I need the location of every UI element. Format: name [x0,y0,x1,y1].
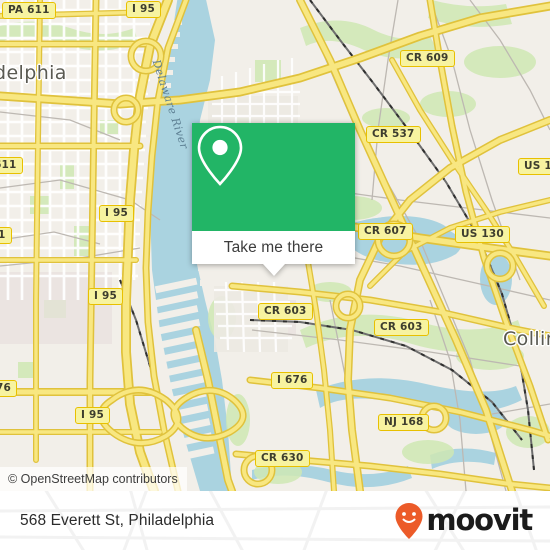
road-shield: US 13 [518,158,550,175]
popup-header [192,123,355,231]
place-label-collingswood: Colling [503,328,550,350]
road-shield: 76 [0,380,18,397]
road-shield: CR 609 [400,50,455,67]
road-shield: US 130 [455,226,510,243]
road-shield: NJ 168 [378,414,430,431]
road-shield: CR 537 [366,126,421,143]
osm-attribution[interactable]: © OpenStreetMap contributors [0,467,187,491]
location-popup[interactable]: Take me there [192,123,355,276]
popup-footer[interactable]: Take me there [192,231,355,276]
moovit-pin-smiley-icon [395,502,423,539]
road-shield: CR 603 [258,303,313,320]
road-shield: CR 630 [255,450,310,467]
road-shield: 1 [0,227,12,244]
location-address: 568 Everett St, Philadelphia [20,511,215,529]
popup-pointer-tail [262,264,285,276]
road-shield: CR 603 [374,319,429,336]
footer-bar: 568 Everett St, Philadelphia moovit [0,491,550,550]
map-pin-icon [197,125,243,186]
road-shield: PA 611 [2,2,56,19]
moovit-wordmark: moovit [426,503,533,537]
road-shield: CR 607 [358,223,413,240]
map-canvas[interactable]: Delaware River delphia Colling PA 611 I … [0,0,550,491]
road-shield: I 676 [271,372,314,389]
road-shield: I 95 [126,1,161,18]
road-shield: I 95 [88,288,123,305]
place-label-philadelphia: delphia [0,62,67,84]
road-shield: I 95 [99,205,134,222]
take-me-there-button-label: Take me there [223,238,324,256]
road-shield: I 95 [75,407,110,424]
moovit-brand[interactable]: moovit [394,502,533,540]
road-shield: 611 [0,157,23,174]
moovit-map-screen: Delaware River delphia Colling PA 611 I … [0,0,550,550]
